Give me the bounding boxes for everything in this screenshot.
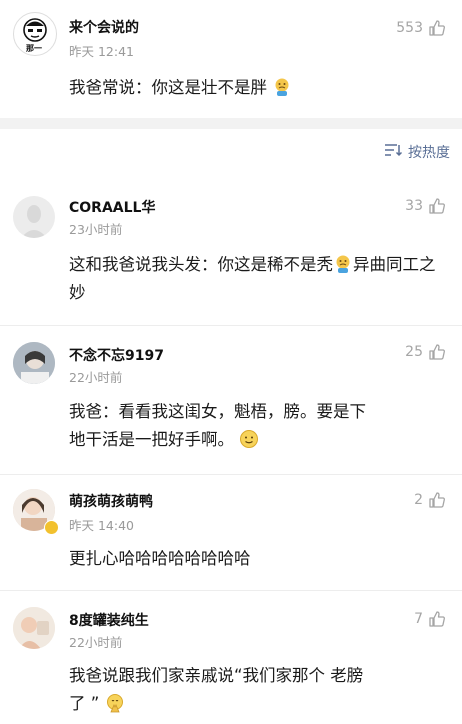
like-button[interactable]: 25 (405, 343, 446, 361)
user-photo-icon (13, 342, 55, 384)
comment-text: 更扎心哈哈哈哈哈哈哈哈 (69, 545, 449, 573)
like-count: 7 (414, 611, 423, 627)
like-button[interactable]: 553 (396, 19, 446, 37)
avatar[interactable] (13, 607, 55, 649)
user-silhouette-icon (21, 205, 47, 238)
comment-text: 我爸：看看我这闺女，魁梧，膀。要是下 地干活是一把好手啊。 (69, 398, 449, 454)
username[interactable]: 来个会说的 (69, 17, 139, 37)
divider (0, 474, 462, 475)
thumbs-up-icon (428, 19, 446, 37)
comment-text-continuation: 了 ” (69, 694, 100, 713)
comment-text: 我爸说跟我们家亲戚说“我们家那个 老膀了 ” (69, 662, 449, 718)
avatar-caption: 那一 (26, 44, 42, 53)
like-count: 2 (414, 492, 423, 508)
section-separator (0, 118, 462, 129)
pray-emoji-icon (105, 693, 125, 713)
thumbs-up-icon (428, 343, 446, 361)
avatar[interactable] (13, 196, 55, 238)
comment-text-content: 我爸常说：你这是壮不是胖 (69, 78, 267, 97)
verified-badge-icon (44, 520, 59, 535)
timestamp: 昨天 12:41 (69, 44, 134, 59)
timestamp: 23小时前 (69, 222, 123, 237)
comment-text-content: 我爸说跟我们家亲戚说“我们家那个 老膀 (69, 666, 364, 685)
comment-text: 这和我爸说我头发：你这是稀不是秃 异曲同工之妙 (69, 251, 449, 307)
thumbs-up-icon (428, 610, 446, 628)
timestamp: 22小时前 (69, 635, 123, 650)
sort-toggle[interactable]: 按热度 (384, 142, 450, 162)
comment-text-content: 我爸：看看我这闺女，魁梧，膀。要是下 (69, 402, 366, 421)
like-button[interactable]: 33 (405, 197, 446, 215)
like-button[interactable]: 2 (414, 491, 446, 509)
like-count: 25 (405, 344, 423, 360)
smile-emoji-icon (239, 429, 259, 449)
divider (0, 325, 462, 326)
username[interactable]: 8度罐装纯生 (69, 610, 149, 630)
crying-emoji-icon (333, 254, 353, 274)
crying-emoji-icon (272, 77, 292, 97)
like-count: 553 (396, 20, 423, 36)
avatar[interactable] (13, 342, 55, 384)
timestamp: 22小时前 (69, 370, 123, 385)
user-photo-icon (13, 607, 55, 649)
comment-text: 我爸常说：你这是壮不是胖 (69, 74, 449, 102)
avatar[interactable]: 那一 (13, 12, 57, 56)
timestamp: 昨天 14:40 (69, 518, 134, 533)
comment-text-continuation: 地干活是一把好手啊。 (69, 430, 234, 449)
divider (0, 590, 462, 591)
username[interactable]: 不念不忘9197 (69, 345, 164, 365)
comment-text-content: 这和我爸说我头发：你这是稀不是秃 (69, 255, 333, 274)
like-button[interactable]: 7 (414, 610, 446, 628)
username[interactable]: 萌孩萌孩萌鸭 (69, 491, 153, 511)
like-count: 33 (405, 198, 423, 214)
thumbs-up-icon (428, 197, 446, 215)
sort-icon (384, 143, 403, 161)
comment-text-content: 更扎心哈哈哈哈哈哈哈哈 (69, 549, 251, 568)
thumbs-up-icon (428, 491, 446, 509)
sort-label: 按热度 (408, 145, 450, 161)
username[interactable]: CORAALL华 (69, 197, 155, 217)
